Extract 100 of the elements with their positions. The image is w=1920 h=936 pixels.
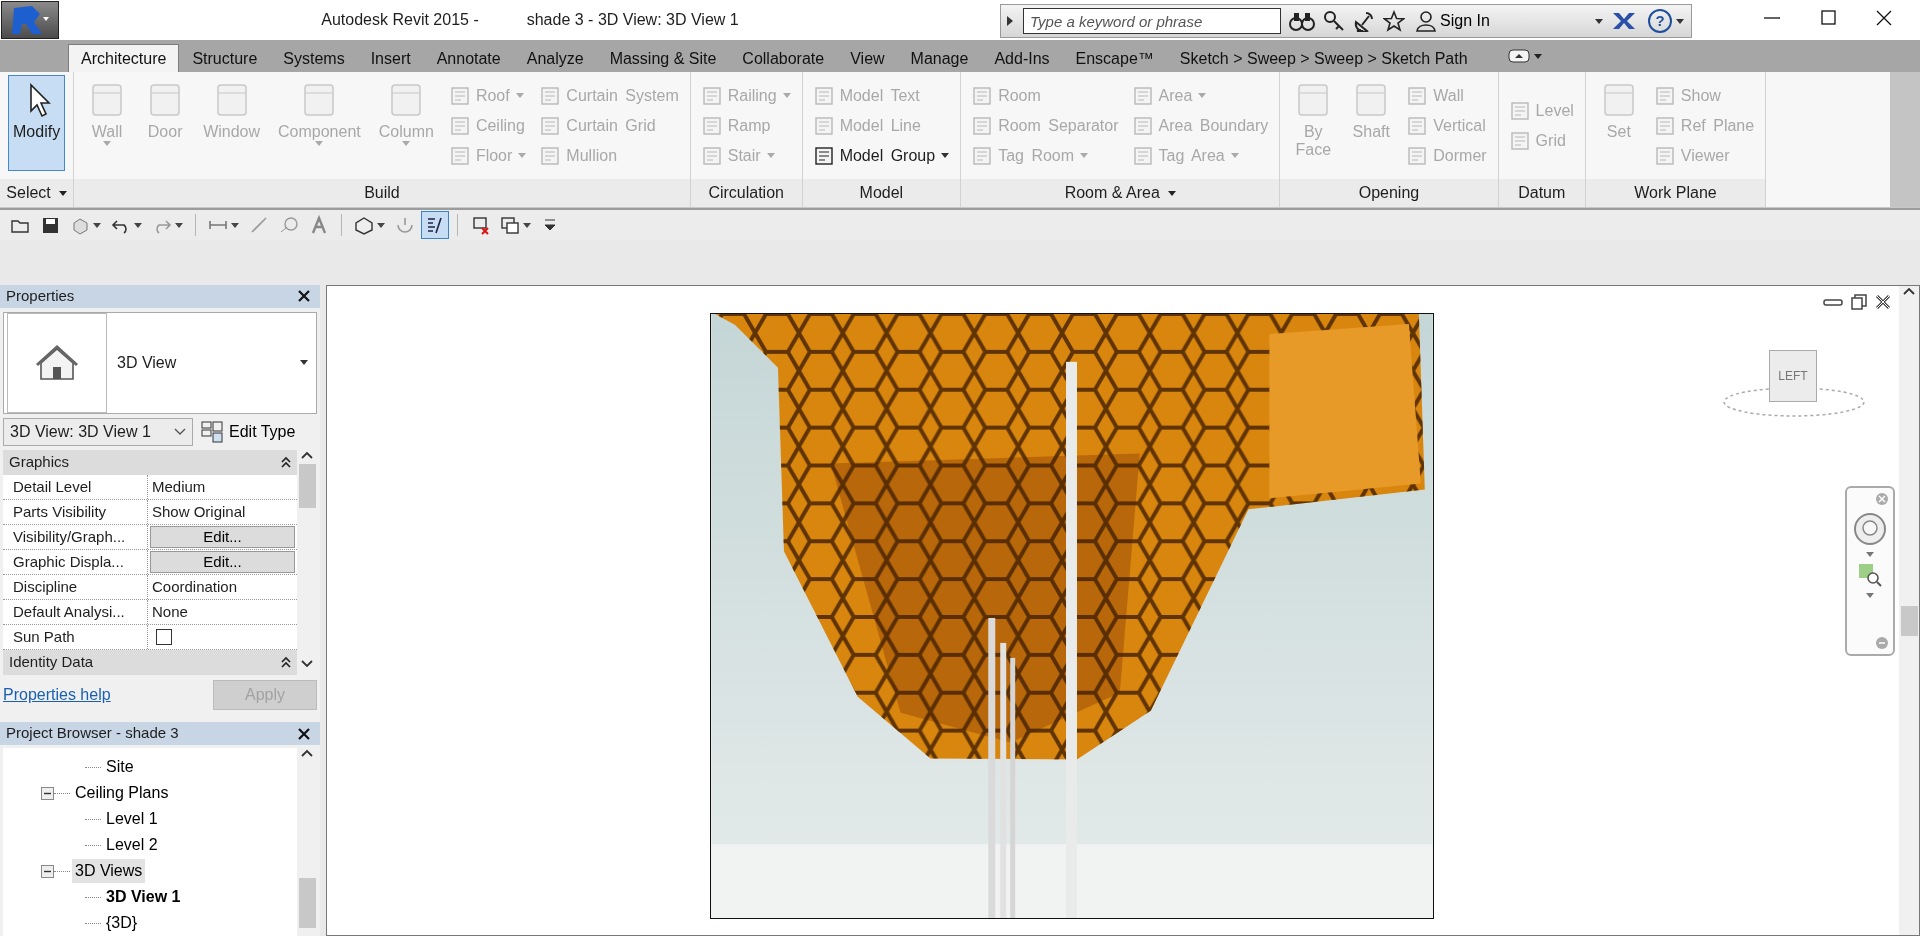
tree-item[interactable]: 3D Views <box>72 859 146 883</box>
ribbon-tool-button[interactable]: Model Group <box>810 141 953 170</box>
restore-icon[interactable] <box>1851 294 1867 310</box>
document-title: shade 3 - 3D View: 3D View 1 <box>526 10 739 30</box>
property-name: Detail Level <box>3 474 148 499</box>
ribbon-tab[interactable]: Structure <box>179 44 271 72</box>
tree-item[interactable]: Ceiling Plans <box>72 781 172 805</box>
collapse-icon[interactable] <box>281 456 291 469</box>
panel-title: Work Plane <box>1634 183 1717 203</box>
edit-button[interactable]: Edit... <box>150 550 295 573</box>
ribbon-tab[interactable]: Enscape™ <box>1062 44 1167 72</box>
tool-icon <box>813 145 834 166</box>
scrollbar-thumb[interactable] <box>298 463 316 508</box>
toolbar-icon <box>40 215 60 235</box>
zoom-icon[interactable] <box>1858 563 1882 587</box>
edit-type-button[interactable]: Edit Type <box>201 419 296 444</box>
tree-item[interactable]: {3D} <box>103 911 141 935</box>
caret-icon <box>1676 18 1684 24</box>
tool-icon <box>449 85 470 106</box>
toolbar-button[interactable] <box>421 211 449 239</box>
type-selector[interactable]: 3D View <box>3 311 317 414</box>
scrollbar-thumb[interactable] <box>1900 606 1918 636</box>
collapse-icon[interactable] <box>41 864 54 878</box>
application-menu-button[interactable] <box>1 1 59 39</box>
tool-icon <box>972 85 993 106</box>
logo-icon <box>10 4 50 36</box>
tool-icon <box>540 115 561 136</box>
instance-name: 3D View: 3D View 1 <box>10 421 151 442</box>
close-icon <box>298 290 310 303</box>
key-icon[interactable] <box>1323 10 1345 32</box>
tree-item[interactable]: Level 1 <box>103 807 161 831</box>
ribbon-tool-button[interactable]: Modify <box>8 75 66 171</box>
scroll-down-icon[interactable] <box>301 658 313 669</box>
tree-item[interactable]: 3D View 1 <box>103 885 184 909</box>
cross-icon[interactable] <box>1611 10 1637 32</box>
tool-icon <box>540 85 561 106</box>
scrollbar[interactable] <box>297 748 317 936</box>
ribbon-tab[interactable]: Annotate <box>423 44 514 72</box>
ribbon-tab[interactable]: Collaborate <box>729 44 838 72</box>
panel-title: Opening <box>1358 183 1420 203</box>
tool-icon <box>972 145 993 166</box>
search-field[interactable]: Type a keyword or phrase <box>1023 8 1281 34</box>
ribbon-tab[interactable]: Massing & Site <box>596 44 730 72</box>
tree-item[interactable]: Level 2 <box>103 833 161 857</box>
toolbar-icon <box>279 215 299 235</box>
panel-title: Select <box>6 183 51 203</box>
steering-wheel-icon[interactable] <box>1853 512 1887 546</box>
tree-item[interactable]: Site <box>103 755 137 779</box>
group-header: Identity Data <box>9 651 94 672</box>
scrollbar-thumb[interactable] <box>298 878 316 928</box>
instance-dropdown[interactable]: 3D View: 3D View 1 <box>3 417 193 446</box>
toolbar-icon <box>470 215 490 235</box>
scroll-up-icon[interactable] <box>301 449 313 460</box>
satellite-dish-icon[interactable] <box>1353 10 1375 32</box>
chevron-down-icon <box>174 427 186 436</box>
tool-icon <box>540 145 561 166</box>
view-cube-face[interactable]: LEFT <box>1769 350 1817 402</box>
tool-icon <box>972 115 993 136</box>
ribbon-tab[interactable]: Sketch > Sweep > Sweep > Sketch Path <box>1166 44 1481 72</box>
ribbon-tab[interactable]: Systems <box>270 44 358 72</box>
ribbon-tab[interactable]: Add-Ins <box>981 44 1063 72</box>
tool-icon <box>1407 85 1428 106</box>
tool-icon <box>1407 115 1428 136</box>
caret-icon <box>1533 53 1542 59</box>
user-icon <box>1416 10 1436 32</box>
tool-icon <box>1654 115 1675 136</box>
expand-icon[interactable] <box>1005 14 1015 28</box>
checkbox[interactable] <box>156 628 172 645</box>
panel-title: Datum <box>1518 183 1566 203</box>
property-name: Graphic Displa... <box>3 549 148 574</box>
collapse-icon[interactable] <box>281 656 291 669</box>
toolbar-icon <box>395 215 415 235</box>
scroll-up-icon[interactable] <box>1903 286 1915 296</box>
star-icon[interactable] <box>1383 10 1405 32</box>
ribbon-tab[interactable]: Insert <box>357 44 424 72</box>
sign-in-button[interactable]: Sign In <box>1413 9 1493 33</box>
edit-button[interactable]: Edit... <box>150 525 295 548</box>
ribbon-tab[interactable]: View <box>837 44 898 72</box>
toolbar-icon <box>309 215 329 235</box>
binoculars-icon[interactable] <box>1289 10 1315 32</box>
tool-icon <box>813 115 834 136</box>
help-link[interactable]: Properties help <box>3 682 111 707</box>
minimize-icon[interactable] <box>1823 298 1843 306</box>
scroll-up-icon[interactable] <box>301 748 313 758</box>
collapse-icon[interactable] <box>41 786 54 800</box>
scrollbar[interactable] <box>1899 286 1919 935</box>
toolbar-icon <box>500 215 520 235</box>
property-name: Parts Visibility <box>3 499 148 524</box>
close-icon[interactable] <box>1875 294 1891 310</box>
maximize-icon <box>1818 9 1838 27</box>
panel-title: Circulation <box>708 183 784 203</box>
ribbon-tab[interactable]: Manage <box>897 44 982 72</box>
tool-icon <box>1132 85 1153 106</box>
ribbon-tab[interactable]: Architecture <box>68 44 180 72</box>
property-value: Show Original <box>151 501 247 522</box>
tool-icon <box>701 85 722 106</box>
ribbon-tab[interactable]: Analyze <box>513 44 597 72</box>
tool-icon <box>1654 145 1675 166</box>
caret-icon <box>300 360 308 366</box>
caret-icon <box>1595 18 1603 24</box>
